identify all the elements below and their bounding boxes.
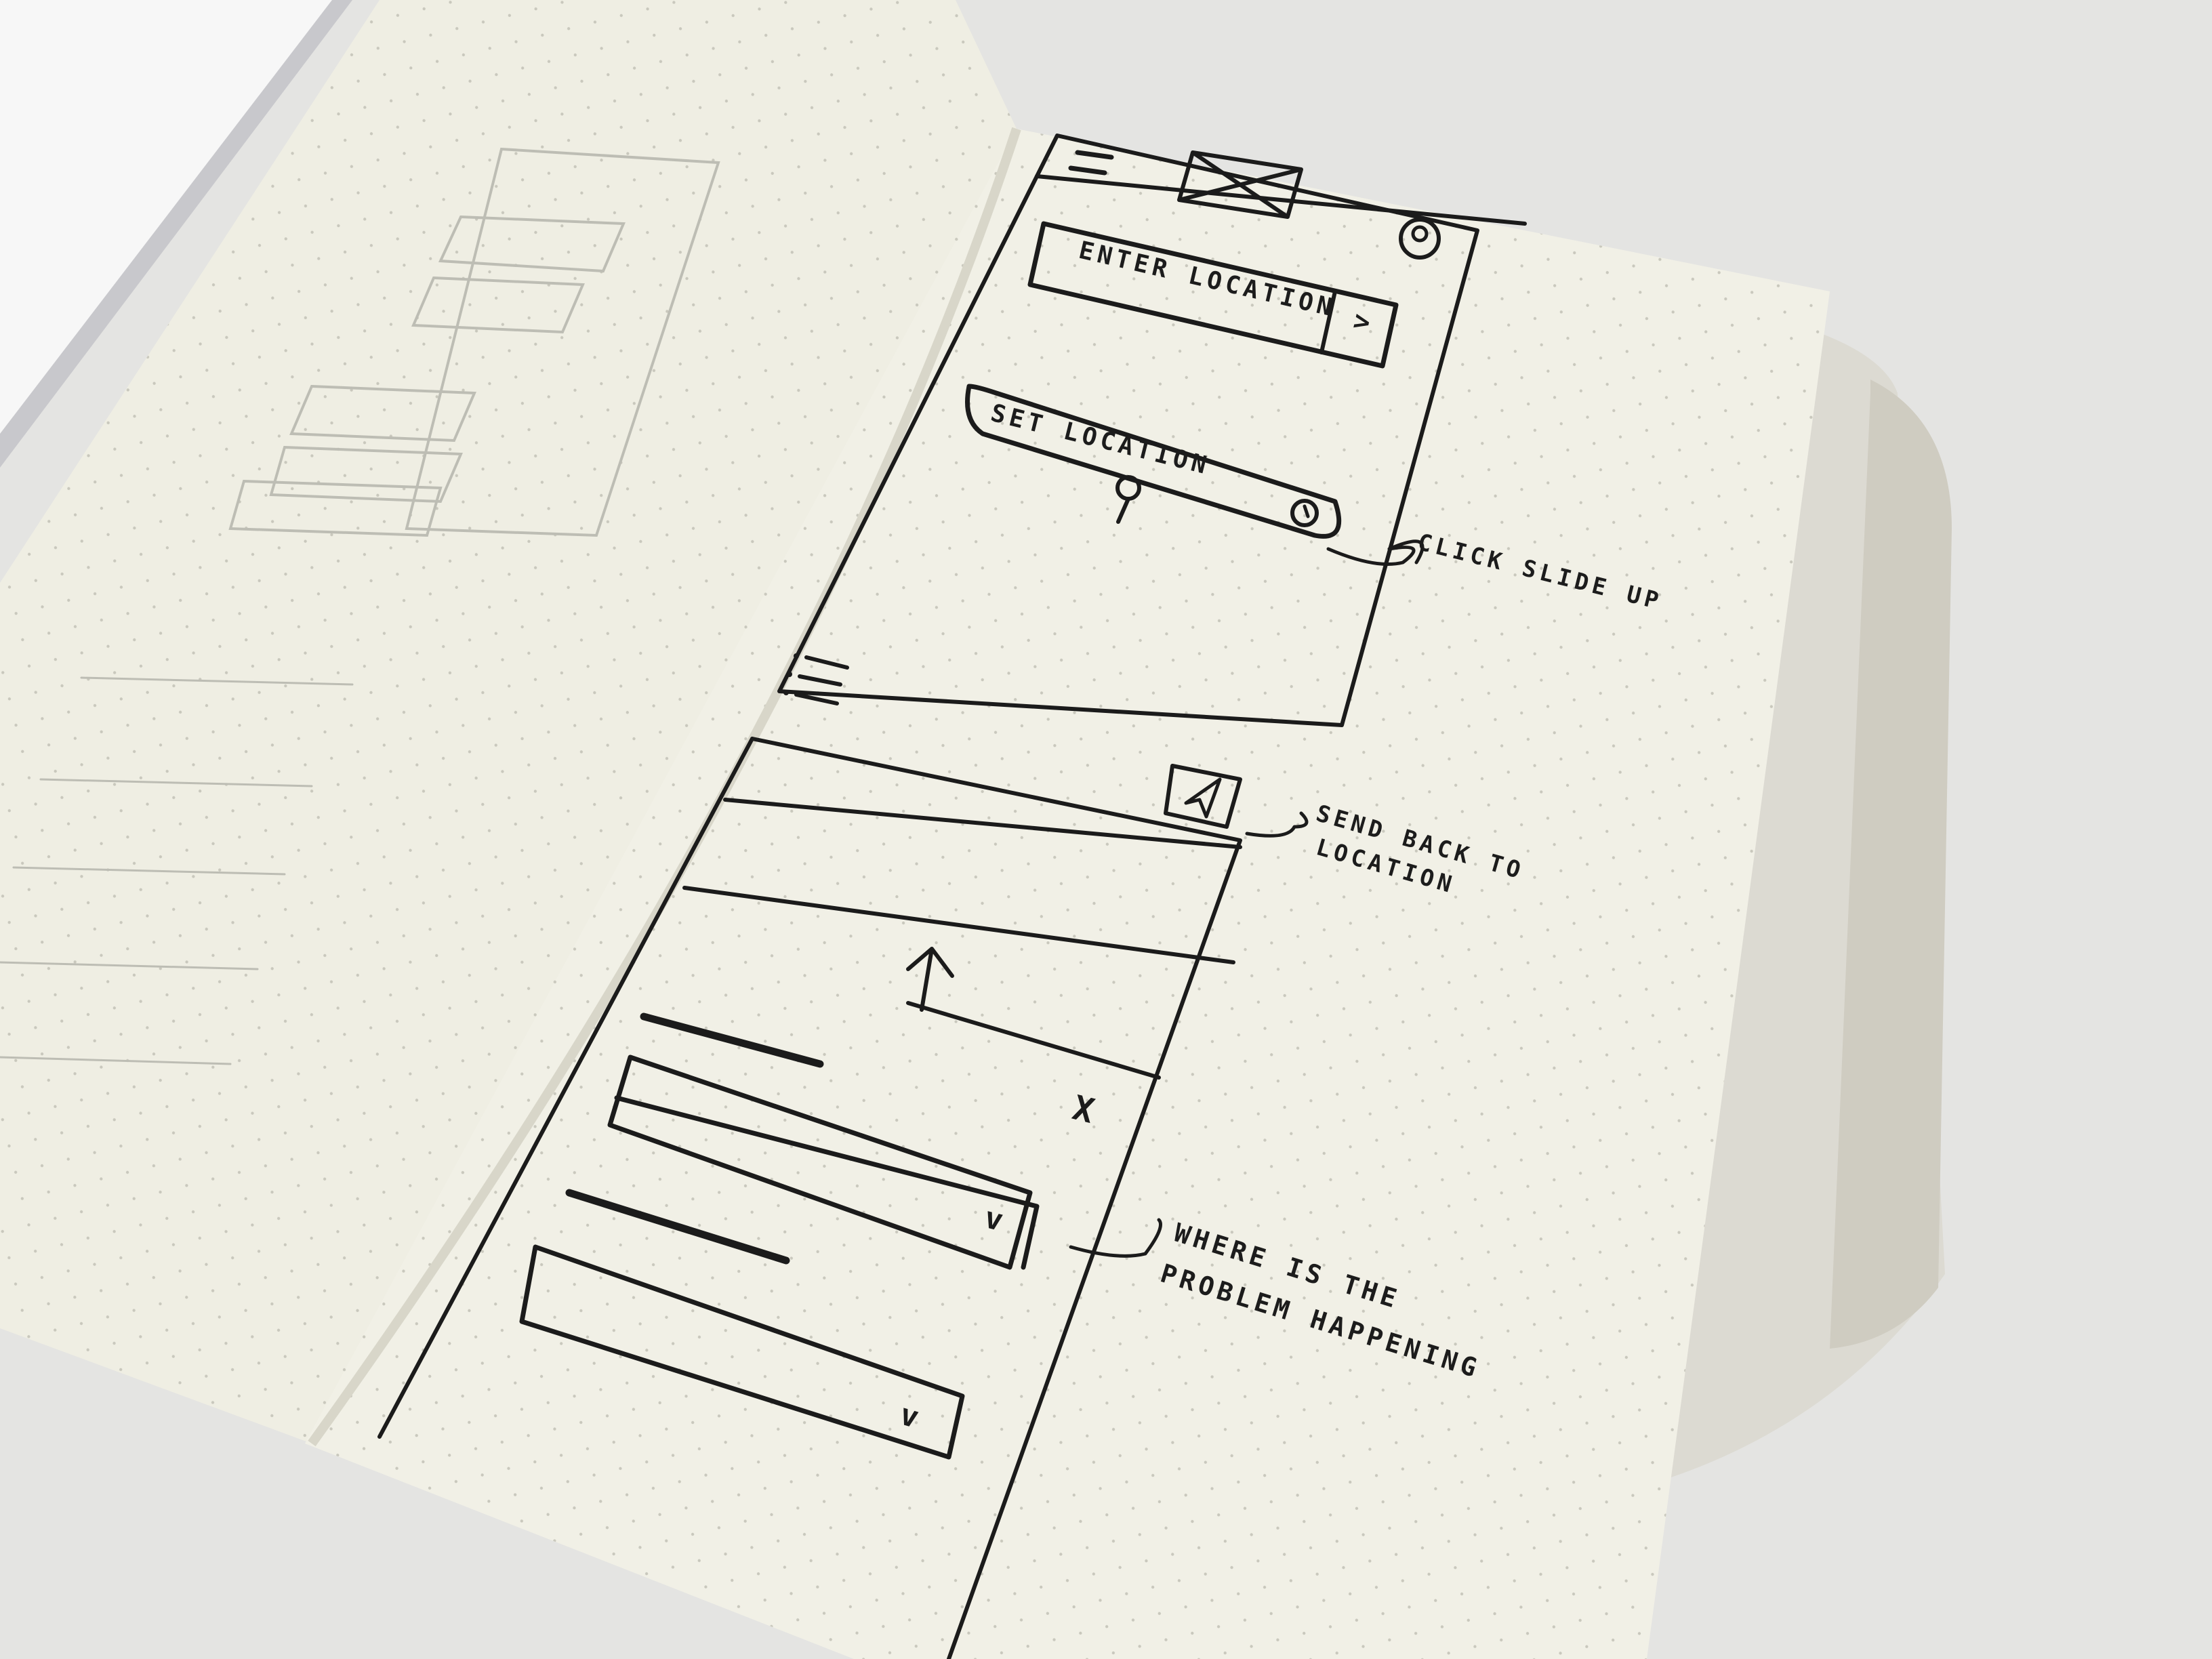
notebook-photo: ENTER LOCATION > SET LOCATION X v v CLIC… xyxy=(0,0,1952,1659)
